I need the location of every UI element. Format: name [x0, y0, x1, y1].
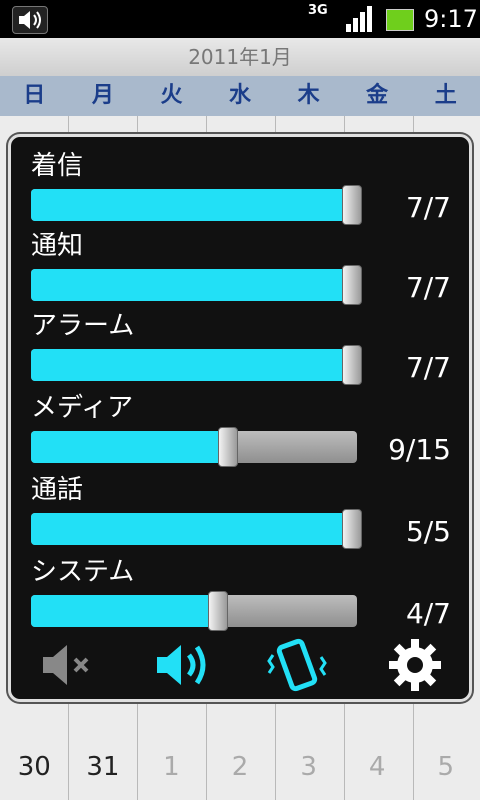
gear-icon: [389, 639, 441, 691]
volume-label: システム: [31, 557, 135, 587]
sound-mode-bar: [31, 637, 451, 697]
volume-value: 7/7: [405, 191, 451, 224]
battery-icon: [386, 9, 414, 31]
volume-label: メディア: [31, 393, 134, 423]
date-cell[interactable]: 4: [343, 752, 412, 800]
network-type: 3G: [308, 3, 328, 18]
slider-fill: [31, 189, 357, 221]
volume-label: 着信: [31, 151, 84, 181]
volume-row-call: 通話 5/5: [31, 469, 451, 549]
slider-fill: [31, 513, 357, 545]
weekday-fri: 金: [366, 83, 389, 108]
settings-button[interactable]: [381, 637, 449, 693]
mute-button[interactable]: [35, 637, 103, 693]
volume-slider[interactable]: [31, 427, 357, 467]
signal-icon: [344, 6, 374, 32]
volume-value: 7/7: [405, 271, 451, 304]
slider-fill: [31, 431, 227, 463]
weekday-wed: 水: [229, 83, 252, 108]
weekday-mon: 月: [91, 83, 114, 108]
volume-label: 通知: [31, 231, 84, 261]
slider-fill: [31, 269, 357, 301]
date-cell[interactable]: 3: [274, 752, 343, 800]
slider-thumb[interactable]: [342, 345, 362, 385]
slider-thumb[interactable]: [342, 509, 362, 549]
slider-thumb[interactable]: [342, 185, 362, 225]
volume-slider[interactable]: [31, 265, 362, 305]
slider-fill: [31, 595, 217, 627]
volume-status-icon: [12, 6, 48, 34]
volume-dialog: 着信 7/7 通知 7/7 アラーム 7/7 メディア 9/15 通話 5/5 …: [8, 134, 472, 702]
volume-slider[interactable]: [31, 591, 357, 631]
vibrate-icon: [267, 638, 327, 692]
volume-value: 7/7: [405, 351, 451, 384]
volume-slider[interactable]: [31, 345, 362, 385]
sound-on-button[interactable]: [151, 637, 219, 693]
volume-row-media: メディア 9/15: [31, 387, 451, 467]
date-cell[interactable]: 5: [411, 752, 480, 800]
volume-label: 通話: [31, 475, 84, 505]
slider-thumb[interactable]: [208, 591, 228, 631]
date-cell[interactable]: 2: [206, 752, 275, 800]
date-cell[interactable]: 30: [0, 752, 69, 800]
volume-value: 9/15: [388, 433, 451, 466]
volume-row-system: システム 4/7: [31, 551, 451, 631]
volume-row-alarm: アラーム 7/7: [31, 305, 451, 385]
weekday-header: 日 月 火 水 木 金 土: [0, 76, 480, 116]
slider-thumb[interactable]: [218, 427, 238, 467]
volume-row-notification: 通知 7/7: [31, 225, 451, 305]
volume-row-ringtone: 着信 7/7: [31, 145, 451, 225]
bottom-date-row: 30 31 1 2 3 4 5: [0, 752, 480, 800]
weekday-sun: 日: [23, 83, 46, 108]
volume-label: アラーム: [31, 311, 135, 341]
slider-thumb[interactable]: [342, 265, 362, 305]
volume-slider[interactable]: [31, 185, 362, 225]
volume-value: 5/5: [405, 515, 451, 548]
speaker-icon: [157, 645, 206, 685]
volume-value: 4/7: [405, 597, 451, 630]
volume-slider[interactable]: [31, 509, 362, 549]
date-cell[interactable]: 1: [137, 752, 206, 800]
weekday-sat: 土: [434, 83, 457, 108]
mute-icon: [43, 645, 89, 685]
clock: 9:17: [424, 5, 478, 33]
month-title: 2011年1月: [0, 38, 480, 76]
weekday-thu: 木: [297, 83, 320, 108]
vibrate-button[interactable]: [263, 637, 331, 693]
status-bar: 3G 9:17: [0, 0, 480, 38]
date-cell[interactable]: 31: [69, 752, 138, 800]
slider-fill: [31, 349, 357, 381]
weekday-tue: 火: [160, 83, 183, 108]
